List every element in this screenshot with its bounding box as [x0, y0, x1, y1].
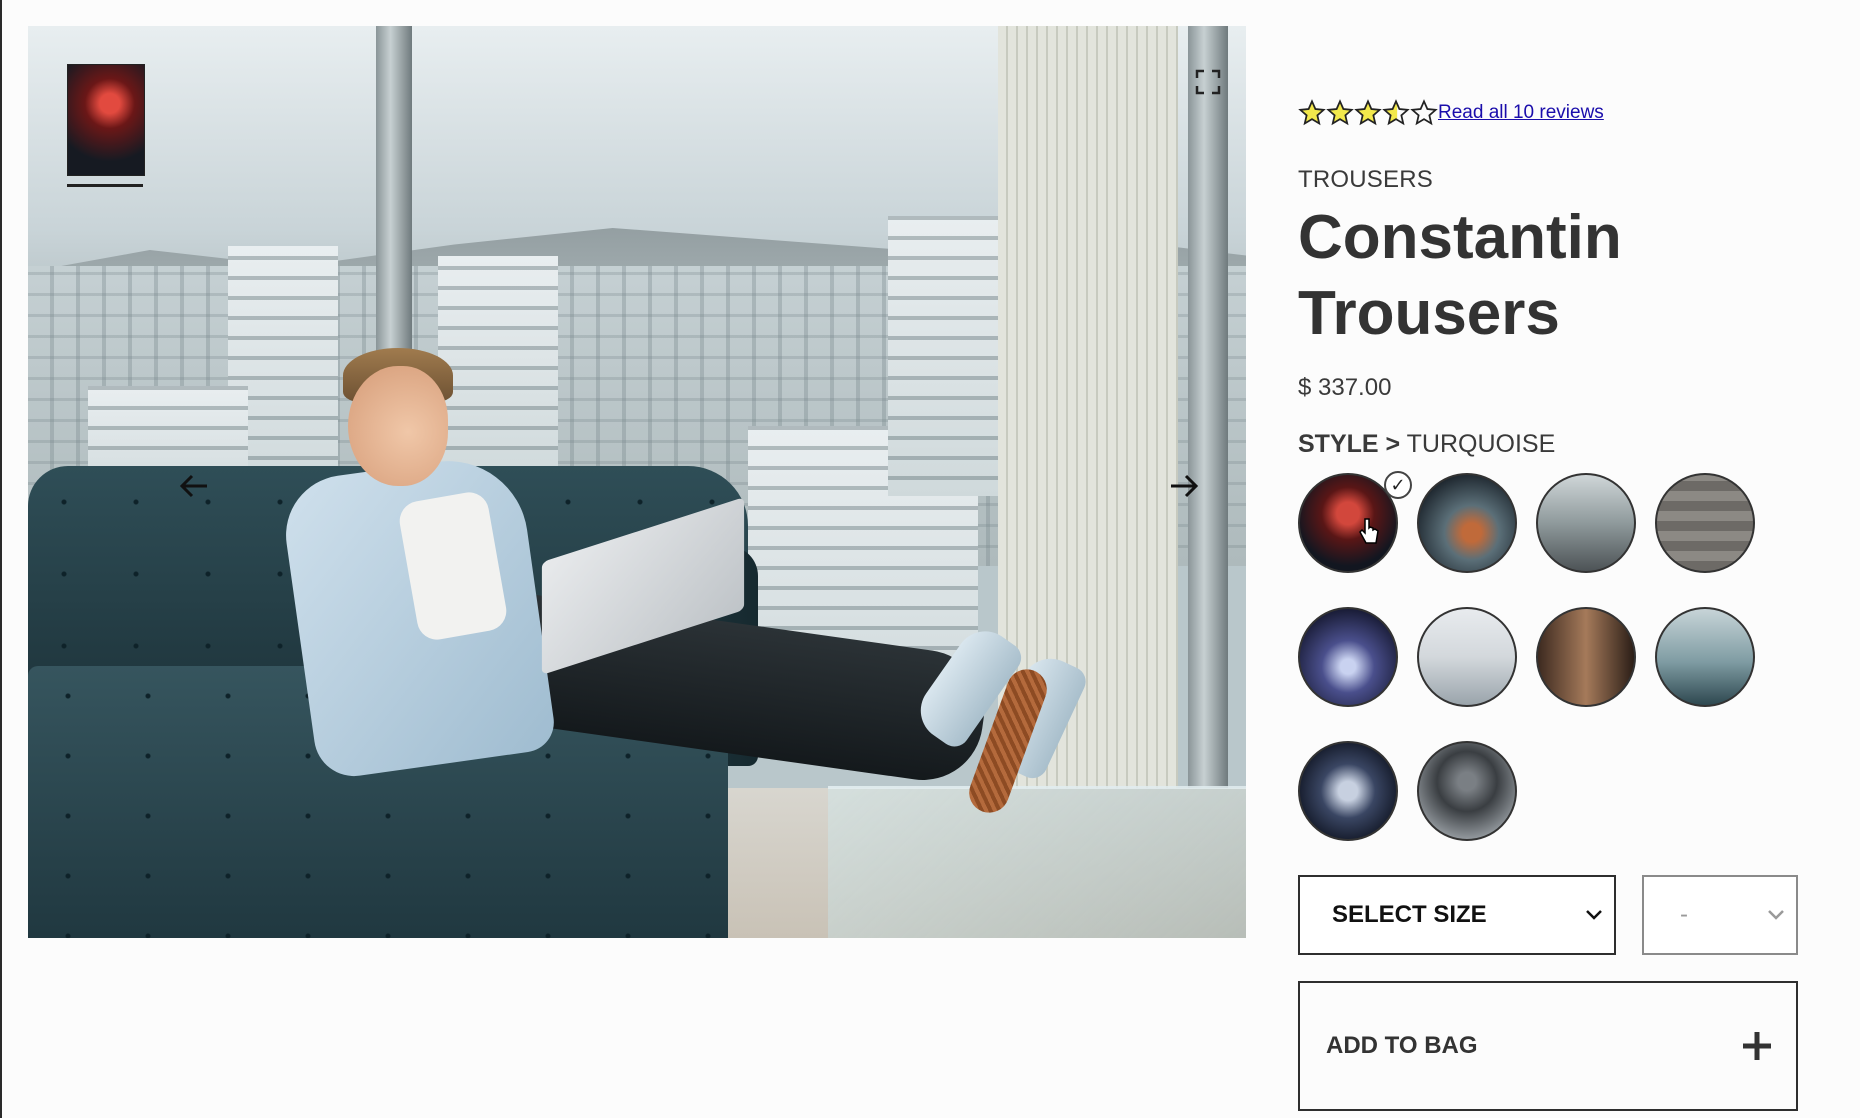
chevron-down-icon — [1768, 910, 1784, 920]
arrow-left-icon[interactable] — [174, 466, 214, 506]
selected-check-icon: ✓ — [1384, 471, 1412, 499]
style-label: STYLE > — [1298, 430, 1401, 458]
quantity-select-value: - — [1680, 901, 1688, 928]
style-swatch-8[interactable] — [1655, 607, 1755, 707]
star-full-icon — [1298, 99, 1326, 126]
quantity-select[interactable]: - — [1642, 875, 1798, 955]
star-full-icon — [1326, 99, 1354, 126]
style-swatch-7[interactable] — [1536, 607, 1636, 707]
size-select-value: SELECT SIZE — [1332, 901, 1487, 928]
add-to-bag-button[interactable]: ADD TO BAG — [1298, 981, 1798, 1111]
style-swatch-5[interactable] — [1298, 607, 1398, 707]
hand-cursor-icon — [1359, 518, 1379, 544]
style-swatch-9[interactable] — [1298, 741, 1398, 841]
product-title: Constantin Trousers — [1298, 200, 1798, 352]
add-to-bag-label: ADD TO BAG — [1326, 1032, 1478, 1059]
style-swatch-1[interactable] — [1298, 473, 1398, 573]
style-swatch-6[interactable] — [1417, 607, 1517, 707]
style-swatch-3[interactable] — [1536, 473, 1636, 573]
style-swatch-2[interactable] — [1417, 473, 1517, 573]
read-reviews-link[interactable]: Read all 10 reviews — [1438, 102, 1604, 124]
arrow-right-icon[interactable] — [1164, 466, 1204, 506]
product-title-line-2: Trousers — [1298, 279, 1560, 348]
thumbnail-active-indicator — [67, 184, 143, 187]
product-price: $ 337.00 — [1298, 374, 1392, 401]
gallery-thumbnail[interactable] — [67, 64, 145, 176]
product-gallery — [28, 26, 1246, 938]
star-full-icon — [1354, 99, 1382, 126]
product-page: Read all 10 reviews TROUSERS Constantin … — [0, 0, 1860, 1118]
star-empty-icon — [1410, 99, 1438, 126]
product-category: TROUSERS — [1298, 166, 1433, 193]
product-details: Read all 10 reviews TROUSERS Constantin … — [1298, 96, 1798, 1111]
style-swatches: ✓ — [1298, 471, 1778, 841]
star-half-icon — [1382, 99, 1410, 126]
fullscreen-icon[interactable] — [1188, 62, 1228, 102]
star-rating — [1298, 99, 1438, 127]
plus-icon — [1743, 1032, 1771, 1060]
product-title-line-1: Constantin — [1298, 203, 1622, 272]
purchase-options: SELECT SIZE - — [1298, 875, 1798, 955]
style-swatch-10[interactable] — [1417, 741, 1517, 841]
style-swatch-4[interactable] — [1655, 473, 1755, 573]
rating-row: Read all 10 reviews — [1298, 96, 1798, 130]
chevron-down-icon — [1586, 910, 1602, 920]
style-value: TURQUOISE — [1406, 430, 1556, 458]
size-select[interactable]: SELECT SIZE — [1298, 875, 1616, 955]
style-selector-label: STYLE > TURQUOISE — [1298, 430, 1798, 459]
